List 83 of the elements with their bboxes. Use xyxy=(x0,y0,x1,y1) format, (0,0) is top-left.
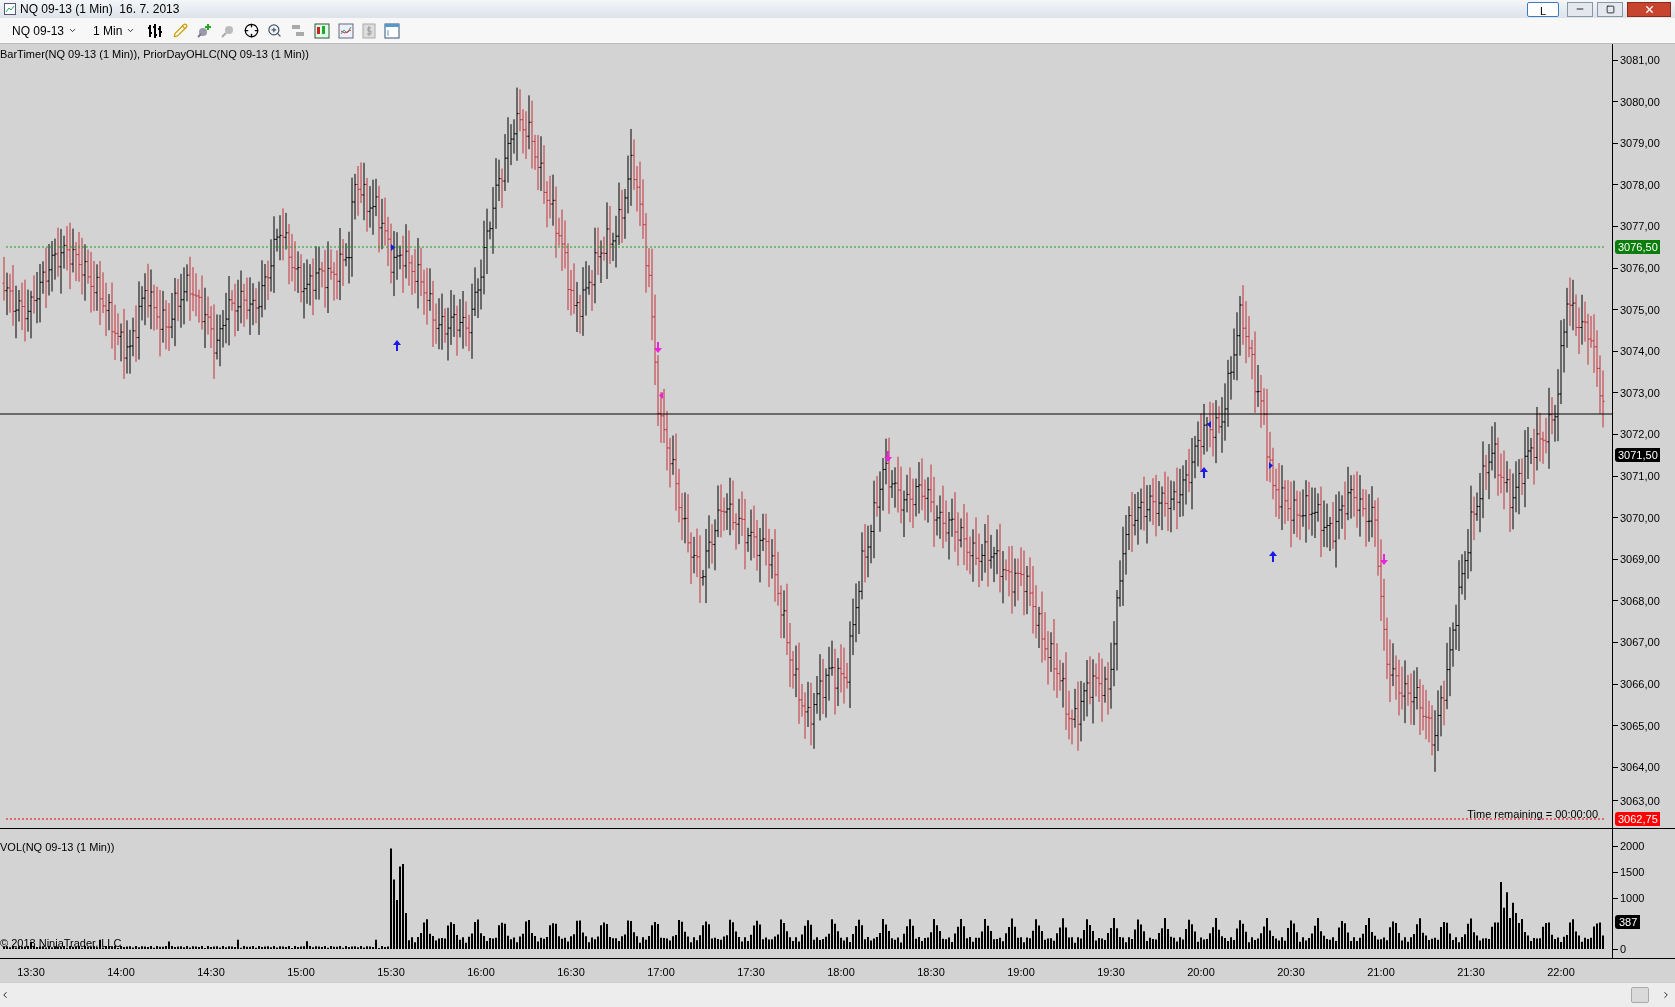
volume-tick-label: 1500 xyxy=(1620,865,1645,879)
time-remaining-text: Time remaining = 00:00:00 xyxy=(1467,807,1598,822)
time-tick-label: 18:30 xyxy=(916,965,946,980)
time-tick-label: 16:00 xyxy=(466,965,496,980)
price-tick-label: 3076,00 xyxy=(1620,261,1660,275)
close-button[interactable] xyxy=(1627,1,1671,17)
price-tick-label: 3065,00 xyxy=(1620,718,1660,733)
time-tick-label: 14:30 xyxy=(196,965,226,980)
volume-tick-label: 0 xyxy=(1620,942,1627,956)
instrument-dropdown[interactable]: NQ 09-13 xyxy=(8,21,82,40)
price-marker: 3076,50 xyxy=(1615,240,1660,254)
horizontal-scrollbar[interactable] xyxy=(0,982,1675,1007)
time-tick-label: 21:30 xyxy=(1456,965,1486,980)
price-tick-label: 3081,00 xyxy=(1620,53,1660,67)
time-tick-label: 22:00 xyxy=(1546,965,1576,980)
price-tick-label: 3077,00 xyxy=(1620,219,1660,234)
price-tick-label: 3075,00 xyxy=(1620,302,1660,317)
price-tick-label: 3069,00 xyxy=(1620,552,1660,567)
price-marker: 3062,75 xyxy=(1615,812,1660,826)
up-arrow-icon xyxy=(1200,467,1208,478)
window-title: NQ 09-13 (1 Min) 16. 7. 2013 xyxy=(20,1,180,18)
down-arrow-icon xyxy=(654,342,662,353)
down-arrow-icon xyxy=(884,451,892,462)
price-tick-label: 3063,00 xyxy=(1620,793,1660,808)
time-tick-label: 20:30 xyxy=(1276,965,1306,980)
pin-add-icon[interactable] xyxy=(196,22,213,39)
volume-marker: 387 xyxy=(1615,915,1641,929)
entry-triangle-icon xyxy=(391,244,395,251)
caret-icon xyxy=(126,26,136,35)
zoom-icon[interactable] xyxy=(267,23,283,38)
scroll-left-icon[interactable] xyxy=(0,990,10,1000)
price-tick-label: 3074,00 xyxy=(1620,344,1660,359)
volume-tick-label: 2000 xyxy=(1620,839,1645,853)
price-tick-label: 3071,00 xyxy=(1620,469,1660,483)
price-tick-label: 3080,00 xyxy=(1620,94,1660,109)
scrollbar-thumb[interactable] xyxy=(1631,987,1649,1003)
down-arrow-icon xyxy=(1380,554,1388,565)
price-tick-label: 3068,00 xyxy=(1620,593,1660,608)
minimize-button[interactable] xyxy=(1567,1,1593,17)
close-icon xyxy=(1643,3,1655,15)
chart-app-icon xyxy=(4,3,16,15)
entry-triangle-icon xyxy=(1207,421,1211,428)
up-arrow-icon xyxy=(393,340,401,351)
restore-button[interactable] xyxy=(1597,1,1623,17)
time-tick-label: 18:00 xyxy=(826,965,856,980)
price-tick-label: 3078,00 xyxy=(1620,177,1660,192)
up-arrow-icon xyxy=(1269,551,1277,562)
caret-icon xyxy=(68,26,78,35)
time-tick-label: 21:00 xyxy=(1366,965,1396,980)
volume-tick-label: 1000 xyxy=(1620,891,1645,905)
entry-triangle-icon xyxy=(659,392,663,399)
price-tick-label: 3072,00 xyxy=(1620,427,1660,442)
time-tick-label: 19:00 xyxy=(1006,965,1036,980)
time-tick-label: 15:00 xyxy=(286,965,316,980)
price-tick-label: 3064,00 xyxy=(1620,760,1660,775)
entry-triangle-icon xyxy=(1269,462,1273,469)
price-tick-label: 3073,00 xyxy=(1620,385,1660,400)
window-icon[interactable] xyxy=(384,22,401,39)
time-tick-label: 14:00 xyxy=(106,965,136,980)
restore-icon xyxy=(1605,4,1615,14)
time-tick-label: 16:30 xyxy=(556,965,586,980)
price-tick-label: 3079,00 xyxy=(1620,136,1660,151)
price-marker: 3071,50 xyxy=(1615,448,1660,462)
candlestick-icon[interactable] xyxy=(314,22,331,39)
price-tick-label: 3066,00 xyxy=(1620,677,1660,691)
time-tick-label: 20:00 xyxy=(1186,965,1216,980)
crosshair-icon[interactable] xyxy=(244,23,260,38)
time-tick-label: 19:30 xyxy=(1096,965,1126,980)
scroll-right-icon[interactable] xyxy=(1661,990,1671,1000)
time-tick-label: 17:30 xyxy=(736,965,766,980)
pencil-icon[interactable] xyxy=(173,23,189,38)
time-tick-label: 13:30 xyxy=(16,965,46,980)
time-tick-label: 17:00 xyxy=(646,965,676,980)
panel-layout-icon[interactable] xyxy=(290,22,307,39)
volume-indicator-label: VOL(NQ 09-13 (1 Min)) xyxy=(0,840,115,855)
dollar-icon[interactable] xyxy=(362,22,377,39)
price-tick-label: 3067,00 xyxy=(1620,635,1660,650)
indicator-label: BarTimer(NQ 09-13 (1 Min)), PriorDayOHLC(NQ 09-13 (1 Min)) xyxy=(0,47,309,62)
price-tick-label: 3070,00 xyxy=(1620,510,1660,525)
layout-button[interactable]: L xyxy=(1527,1,1559,17)
time-tick-label: 15:30 xyxy=(376,965,406,980)
line-chart-icon[interactable] xyxy=(338,22,355,39)
interval-dropdown[interactable]: 1 Min xyxy=(89,21,140,40)
